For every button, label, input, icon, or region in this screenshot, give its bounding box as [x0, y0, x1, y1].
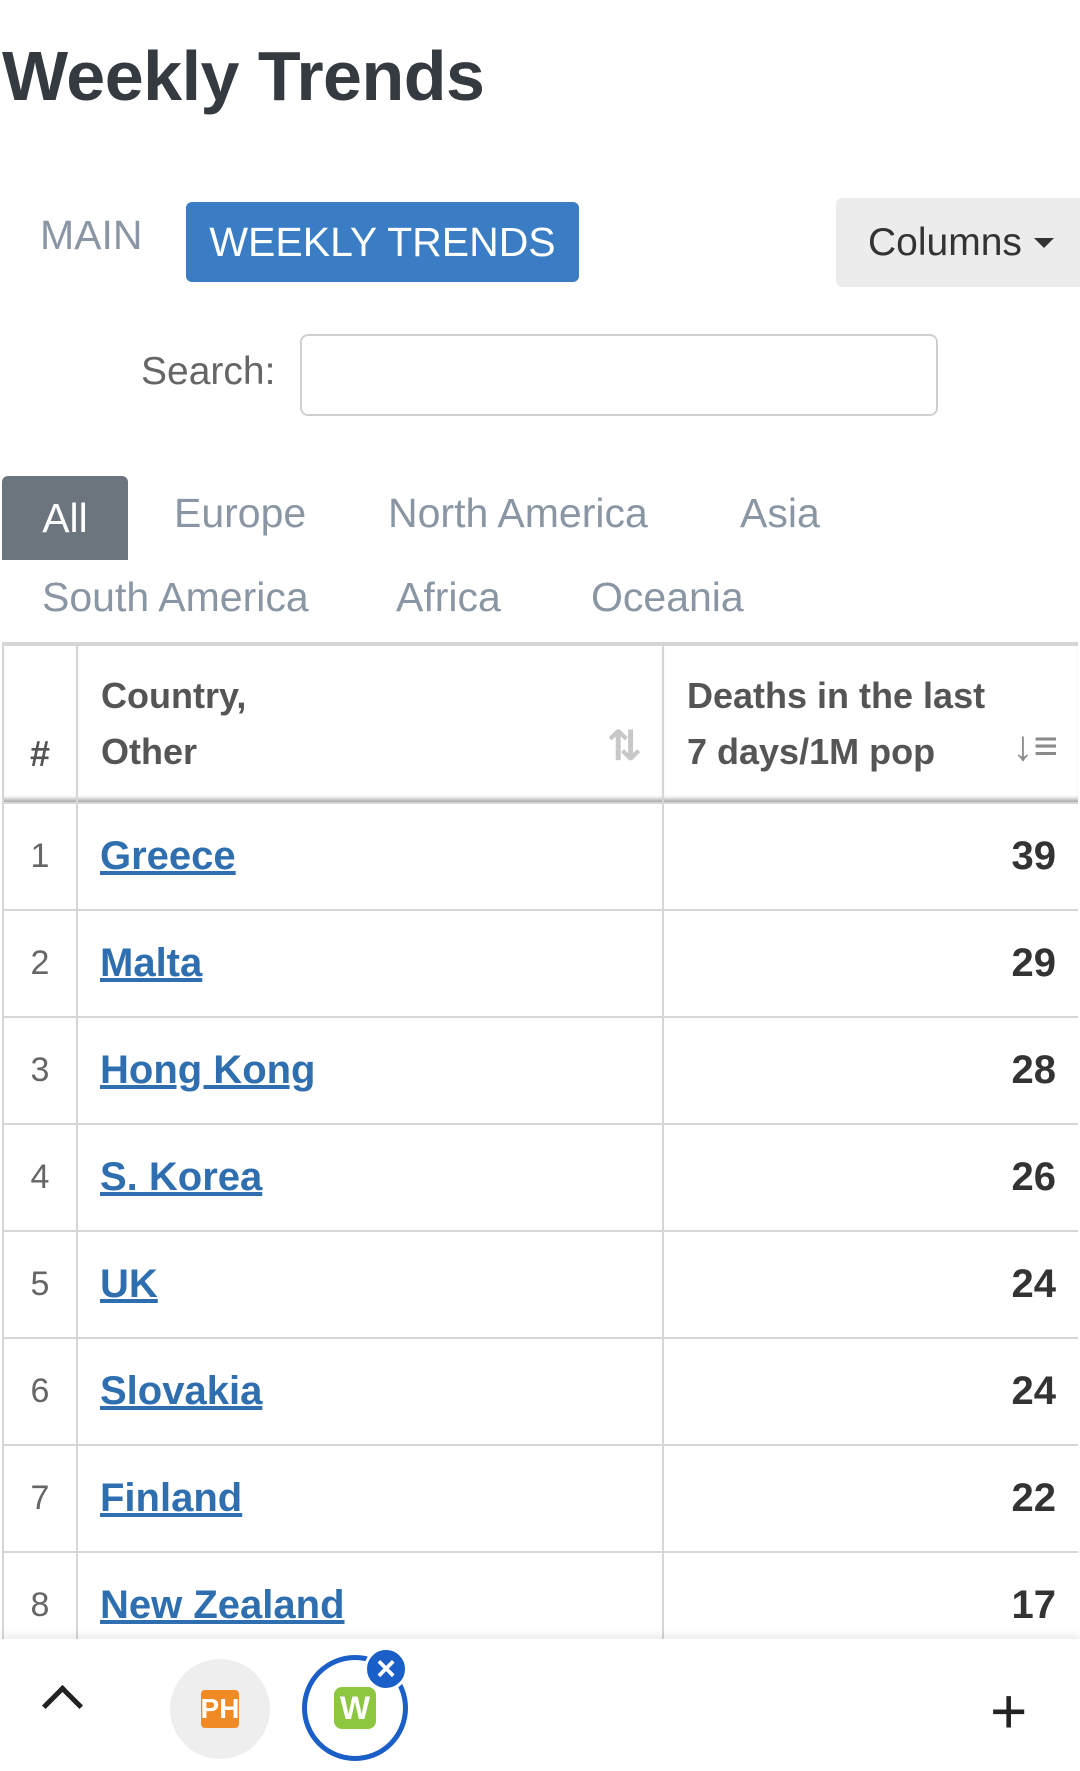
region-tab-south-america[interactable]: South America	[42, 574, 309, 621]
table-row: 4 S. Korea 26	[2, 1123, 1078, 1232]
table-row: 5 UK 24	[2, 1230, 1078, 1339]
columns-dropdown-button[interactable]: Columns	[836, 198, 1080, 287]
browser-tab-ph[interactable]: PH	[170, 1659, 270, 1759]
row-value: 17	[662, 1551, 1078, 1641]
table-row: 8 New Zealand 17	[2, 1551, 1078, 1641]
country-link[interactable]: Finland	[100, 1476, 242, 1520]
country-link[interactable]: S. Korea	[100, 1155, 262, 1199]
row-num: 1	[2, 802, 78, 911]
row-num: 4	[2, 1123, 78, 1232]
row-num: 3	[2, 1016, 78, 1125]
row-value: 24	[662, 1230, 1078, 1339]
region-tab-all[interactable]: All	[2, 476, 128, 560]
sort-icon: ⇅	[606, 722, 642, 769]
country-link[interactable]: UK	[100, 1262, 158, 1306]
table-row: 3 Hong Kong 28	[2, 1016, 1078, 1125]
row-num: 6	[2, 1337, 78, 1446]
row-value: 22	[662, 1444, 1078, 1553]
caret-down-icon	[1033, 237, 1054, 248]
table-row: 1 Greece 39	[2, 802, 1078, 911]
search-label: Search:	[141, 350, 276, 393]
region-tab-oceania[interactable]: Oceania	[591, 574, 744, 621]
region-tab-north-america[interactable]: North America	[388, 490, 648, 537]
country-link[interactable]: Greece	[100, 834, 236, 878]
row-num: 7	[2, 1444, 78, 1553]
close-icon[interactable]: ×	[364, 1647, 408, 1691]
tab-weekly-trends[interactable]: WEEKLY TRENDS	[186, 202, 579, 282]
row-value: 24	[662, 1337, 1078, 1446]
row-value: 28	[662, 1016, 1078, 1125]
region-tab-europe[interactable]: Europe	[174, 490, 306, 537]
ph-logo-icon: PH	[201, 1690, 239, 1728]
tab-main[interactable]: MAIN	[40, 212, 143, 259]
country-link[interactable]: Slovakia	[100, 1369, 262, 1413]
region-tab-africa[interactable]: Africa	[396, 574, 501, 621]
search-input[interactable]	[300, 334, 938, 416]
page-title: Weekly Trends	[2, 37, 485, 115]
columns-label: Columns	[868, 220, 1022, 264]
row-num: 2	[2, 909, 78, 1018]
row-value: 26	[662, 1123, 1078, 1232]
bottom-tab-bar: PH W × +	[0, 1639, 1080, 1771]
sort-desc-icon: ↓≡	[1012, 722, 1058, 769]
table-row: 2 Malta 29	[2, 909, 1078, 1018]
row-value: 29	[662, 909, 1078, 1018]
row-num: 5	[2, 1230, 78, 1339]
header-deaths[interactable]: Deaths in the last 7 days/1M pop ↓≡	[662, 644, 1078, 804]
chevron-up-icon[interactable]	[41, 1684, 84, 1727]
row-num: 8	[2, 1551, 78, 1641]
table-row: 6 Slovakia 24	[2, 1337, 1078, 1446]
weekly-trends-table: # Country, Other ⇅ Deaths in the last 7 …	[2, 642, 1078, 1641]
w-logo-icon: W	[334, 1687, 376, 1729]
table-row: 7 Finland 22	[2, 1444, 1078, 1553]
header-num[interactable]: #	[2, 644, 78, 804]
plus-icon[interactable]: +	[990, 1679, 1027, 1743]
region-tab-asia[interactable]: Asia	[740, 490, 820, 537]
country-link[interactable]: Hong Kong	[100, 1048, 316, 1092]
row-value: 39	[662, 802, 1078, 911]
country-link[interactable]: Malta	[100, 941, 202, 985]
header-country[interactable]: Country, Other ⇅	[76, 644, 664, 804]
country-link[interactable]: New Zealand	[100, 1583, 345, 1627]
